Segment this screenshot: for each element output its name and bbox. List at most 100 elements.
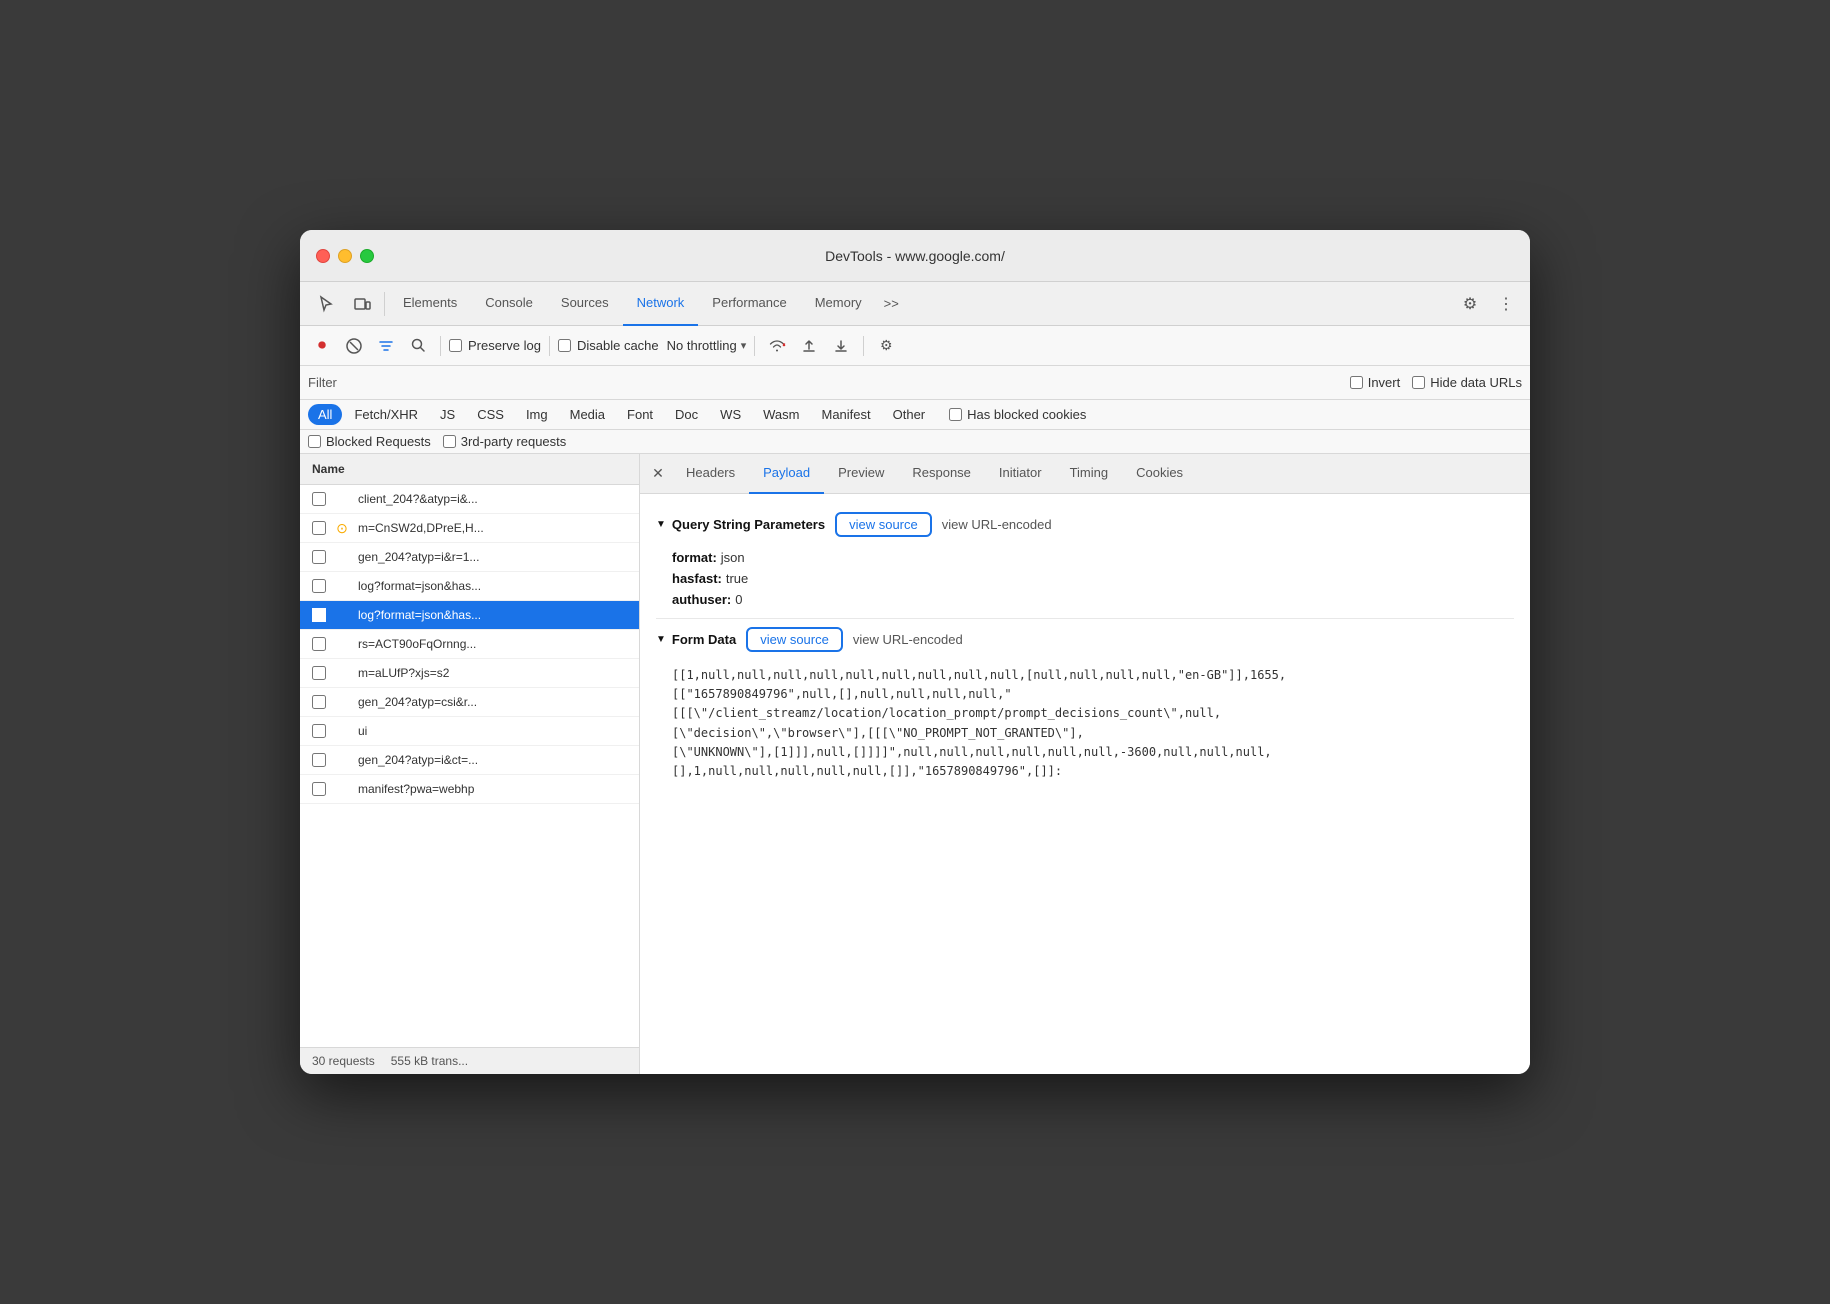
form-view-source-button[interactable]: view source xyxy=(746,627,843,652)
download-icon[interactable] xyxy=(827,332,855,360)
preserve-log-checkbox[interactable] xyxy=(449,339,462,352)
item-checkbox[interactable] xyxy=(312,782,326,796)
tab-console[interactable]: Console xyxy=(471,282,547,326)
item-checkbox[interactable] xyxy=(312,579,326,593)
list-item[interactable]: manifest?pwa=webhp xyxy=(300,775,639,804)
hide-data-urls-label[interactable]: Hide data URLs xyxy=(1412,375,1522,390)
list-item[interactable]: m=aLUfP?xjs=s2 xyxy=(300,659,639,688)
has-blocked-cookies-checkbox[interactable] xyxy=(949,408,962,421)
query-view-url-encoded[interactable]: view URL-encoded xyxy=(942,517,1052,532)
item-indicator: ⊙ xyxy=(334,520,350,536)
type-manifest[interactable]: Manifest xyxy=(811,404,880,425)
detail-content: ▼ Query String Parameters view source vi… xyxy=(640,494,1530,1074)
wifi-icon[interactable] xyxy=(763,332,791,360)
device-icon[interactable] xyxy=(344,286,380,322)
devtools-window: DevTools - www.google.com/ Elements Cons… xyxy=(300,230,1530,1074)
tab-initiator[interactable]: Initiator xyxy=(985,454,1056,494)
list-item[interactable]: log?format=json&has... xyxy=(300,601,639,630)
third-party-label[interactable]: 3rd-party requests xyxy=(443,434,567,449)
disable-cache-checkbox[interactable] xyxy=(558,339,571,352)
tab-headers[interactable]: Headers xyxy=(672,454,749,494)
item-checkbox[interactable] xyxy=(312,492,326,506)
item-name: manifest?pwa=webhp xyxy=(358,782,627,796)
more-tabs-button[interactable]: >> xyxy=(876,282,907,326)
list-item[interactable]: gen_204?atyp=i&ct=... xyxy=(300,746,639,775)
hide-data-urls-checkbox[interactable] xyxy=(1412,376,1425,389)
param-value: json xyxy=(721,550,745,565)
request-list-header: Name xyxy=(300,454,639,485)
list-item[interactable]: log?format=json&has... xyxy=(300,572,639,601)
more-options-icon[interactable]: ⋮ xyxy=(1490,288,1522,320)
upload-icon[interactable] xyxy=(795,332,823,360)
tab-response[interactable]: Response xyxy=(898,454,985,494)
list-item[interactable]: rs=ACT90oFqOrnng... xyxy=(300,630,639,659)
query-view-source-button[interactable]: view source xyxy=(835,512,932,537)
item-name: gen_204?atyp=i&r=1... xyxy=(358,550,627,564)
transfer-size: 555 kB trans... xyxy=(391,1054,468,1068)
tab-network[interactable]: Network xyxy=(623,282,699,326)
network-toolbar: ⏺ Preserve log Disable cache xyxy=(300,326,1530,366)
type-ws[interactable]: WS xyxy=(710,404,751,425)
invert-checkbox[interactable] xyxy=(1350,376,1363,389)
clear-button[interactable] xyxy=(340,332,368,360)
item-checkbox[interactable] xyxy=(312,695,326,709)
item-indicator xyxy=(334,665,350,681)
cursor-icon[interactable] xyxy=(308,286,344,322)
tab-sources[interactable]: Sources xyxy=(547,282,623,326)
item-checkbox[interactable] xyxy=(312,666,326,680)
form-view-url-encoded[interactable]: view URL-encoded xyxy=(853,632,963,647)
blocked-requests-label[interactable]: Blocked Requests xyxy=(308,434,431,449)
list-item[interactable]: ui xyxy=(300,717,639,746)
preserve-log-label[interactable]: Preserve log xyxy=(449,338,541,353)
item-checkbox-selected[interactable] xyxy=(312,608,326,622)
item-checkbox[interactable] xyxy=(312,724,326,738)
blocked-requests-checkbox[interactable] xyxy=(308,435,321,448)
type-doc[interactable]: Doc xyxy=(665,404,708,425)
tab-elements[interactable]: Elements xyxy=(389,282,471,326)
type-css[interactable]: CSS xyxy=(467,404,514,425)
type-js[interactable]: JS xyxy=(430,404,465,425)
has-blocked-cookies-label[interactable]: Has blocked cookies xyxy=(949,407,1086,422)
item-checkbox[interactable] xyxy=(312,753,326,767)
third-party-checkbox[interactable] xyxy=(443,435,456,448)
type-img[interactable]: Img xyxy=(516,404,558,425)
maximize-button[interactable] xyxy=(360,249,374,263)
item-checkbox[interactable] xyxy=(312,521,326,535)
tab-performance[interactable]: Performance xyxy=(698,282,800,326)
type-other[interactable]: Other xyxy=(883,404,936,425)
list-item[interactable]: gen_204?atyp=i&r=1... xyxy=(300,543,639,572)
type-wasm[interactable]: Wasm xyxy=(753,404,809,425)
type-all[interactable]: All xyxy=(308,404,342,425)
invert-label[interactable]: Invert xyxy=(1350,375,1401,390)
tab-payload[interactable]: Payload xyxy=(749,454,824,494)
type-media[interactable]: Media xyxy=(560,404,615,425)
toolbar-divider-4 xyxy=(863,336,864,356)
search-icon[interactable] xyxy=(404,332,432,360)
close-detail-button[interactable]: ✕ xyxy=(644,460,672,488)
tab-timing[interactable]: Timing xyxy=(1056,454,1123,494)
network-settings-icon[interactable]: ⚙ xyxy=(872,332,900,360)
tab-preview[interactable]: Preview xyxy=(824,454,898,494)
type-fetch-xhr[interactable]: Fetch/XHR xyxy=(344,404,428,425)
main-content: Name client_204?&atyp=i&... ⊙ m=CnSW2d,D… xyxy=(300,454,1530,1074)
filter-icon[interactable] xyxy=(372,332,400,360)
record-button[interactable]: ⏺ xyxy=(308,332,336,360)
throttling-select[interactable]: No throttling xyxy=(667,338,737,353)
disable-cache-label[interactable]: Disable cache xyxy=(558,338,659,353)
list-item[interactable]: client_204?&atyp=i&... xyxy=(300,485,639,514)
minimize-button[interactable] xyxy=(338,249,352,263)
item-name: m=aLUfP?xjs=s2 xyxy=(358,666,627,680)
type-font[interactable]: Font xyxy=(617,404,663,425)
item-checkbox[interactable] xyxy=(312,550,326,564)
settings-icon[interactable]: ⚙ xyxy=(1454,288,1486,320)
list-item[interactable]: ⊙ m=CnSW2d,DPreE,H... xyxy=(300,514,639,543)
item-name: log?format=json&has... xyxy=(358,579,627,593)
close-button[interactable] xyxy=(316,249,330,263)
item-checkbox[interactable] xyxy=(312,637,326,651)
tab-memory[interactable]: Memory xyxy=(801,282,876,326)
param-value: 0 xyxy=(735,592,742,607)
tab-cookies[interactable]: Cookies xyxy=(1122,454,1197,494)
item-indicator xyxy=(334,781,350,797)
form-data-title: ▼ Form Data xyxy=(656,632,736,647)
list-item[interactable]: gen_204?atyp=csi&r... xyxy=(300,688,639,717)
